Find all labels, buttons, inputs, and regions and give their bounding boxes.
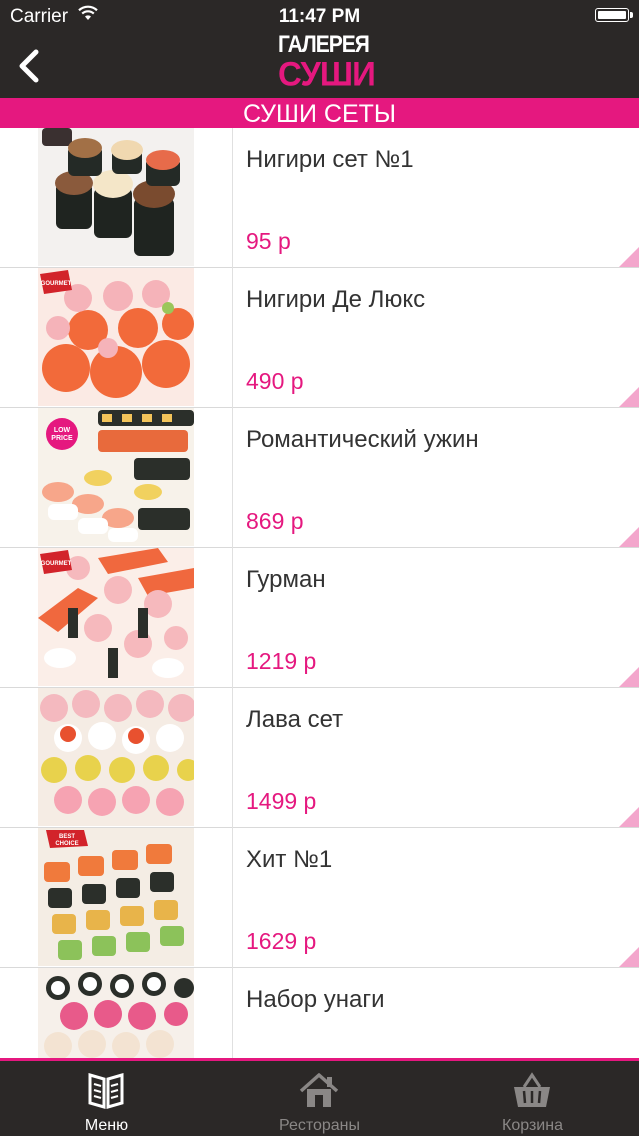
- logo-text-bottom: СУШИ: [278, 54, 376, 93]
- item-name: Набор унаги: [246, 986, 385, 1013]
- item-price: 490 р: [246, 368, 304, 394]
- row-divider: [232, 828, 233, 968]
- svg-text:GOURMET: GOURMET: [41, 561, 72, 567]
- item-price: 1499 р: [246, 788, 317, 814]
- svg-text:PRICE: PRICE: [51, 435, 73, 442]
- row-divider: [232, 128, 233, 268]
- house-icon: [299, 1073, 339, 1107]
- corner-accent: [619, 247, 639, 267]
- list-item[interactable]: Набор унаги: [0, 968, 639, 1060]
- status-bar: Carrier 11:47 PM: [0, 0, 639, 32]
- section-header: СУШИ СЕТЫ: [0, 98, 639, 128]
- svg-text:CHOICE: CHOICE: [55, 841, 78, 847]
- row-divider: [232, 268, 233, 408]
- brand-logo: ГАЛЕРЕЯ СУШИ: [278, 31, 376, 98]
- item-price: 1219 р: [246, 648, 317, 674]
- item-name: Романтический ужин: [246, 426, 479, 453]
- corner-accent: [619, 807, 639, 827]
- item-name: Нигири Де Люкс: [246, 286, 426, 313]
- product-thumbnail: GOURMET: [38, 548, 194, 686]
- tab-label: Меню: [84, 1117, 129, 1134]
- product-thumbnail: LOW PRICE: [38, 408, 194, 546]
- row-divider: [232, 688, 233, 828]
- item-price: 1629 р: [246, 928, 317, 954]
- item-name: Гурман: [246, 566, 326, 593]
- item-name: Нигири сет №1: [246, 146, 414, 173]
- logo-text-top: ГАЛЕРЕЯ: [278, 31, 370, 58]
- list-item[interactable]: LOW PRICE Романтический ужин 869 р: [0, 408, 639, 548]
- row-divider: [232, 408, 233, 548]
- svg-text:GOURMET: GOURMET: [41, 281, 72, 287]
- list-item[interactable]: BEST CHOICE Хит №1 1629 р: [0, 828, 639, 968]
- back-chevron-icon[interactable]: [14, 46, 48, 86]
- tab-label: Рестораны: [278, 1117, 361, 1134]
- row-divider: [232, 548, 233, 688]
- list-item[interactable]: Лава сет 1499 р: [0, 688, 639, 828]
- tab-cart[interactable]: Корзина: [426, 1061, 639, 1136]
- corner-accent: [619, 387, 639, 407]
- status-time: 11:47 PM: [278, 6, 361, 27]
- tab-label: Корзина: [502, 1117, 563, 1134]
- menu-book-icon: [88, 1073, 124, 1109]
- corner-accent: [619, 947, 639, 967]
- item-price: 95 р: [246, 228, 291, 254]
- row-divider: [232, 968, 233, 1060]
- tab-restaurants[interactable]: Рестораны: [213, 1061, 426, 1136]
- list-item[interactable]: Нигири сет №1 95 р: [0, 128, 639, 268]
- product-thumbnail: [38, 688, 194, 826]
- product-thumbnail: BEST CHOICE: [38, 828, 194, 966]
- corner-accent: [619, 527, 639, 547]
- item-name: Лава сет: [246, 706, 344, 733]
- product-thumbnail: GOURMET: [38, 268, 194, 406]
- product-thumbnail: [38, 128, 194, 266]
- nav-bar: ГАЛЕРЕЯ СУШИ: [0, 32, 639, 98]
- battery-icon: [595, 8, 633, 22]
- list-item[interactable]: GOURMET Гурман 1219 р: [0, 548, 639, 688]
- corner-accent: [619, 667, 639, 687]
- product-thumbnail: [38, 968, 194, 1060]
- tab-bar: Меню Рестораны Корзина: [0, 1058, 639, 1136]
- basket-icon: [514, 1072, 550, 1107]
- svg-text:BEST: BEST: [59, 834, 75, 840]
- item-name: Хит №1: [246, 846, 333, 873]
- list-item[interactable]: GOURMET Нигири Де Люкс 490 р: [0, 268, 639, 408]
- product-list[interactable]: Нигири сет №1 95 р GOURMET Нигири Де Люк…: [0, 128, 639, 1060]
- svg-text:LOW: LOW: [54, 427, 71, 434]
- item-price: 869 р: [246, 508, 304, 534]
- tab-menu[interactable]: Меню: [0, 1061, 213, 1136]
